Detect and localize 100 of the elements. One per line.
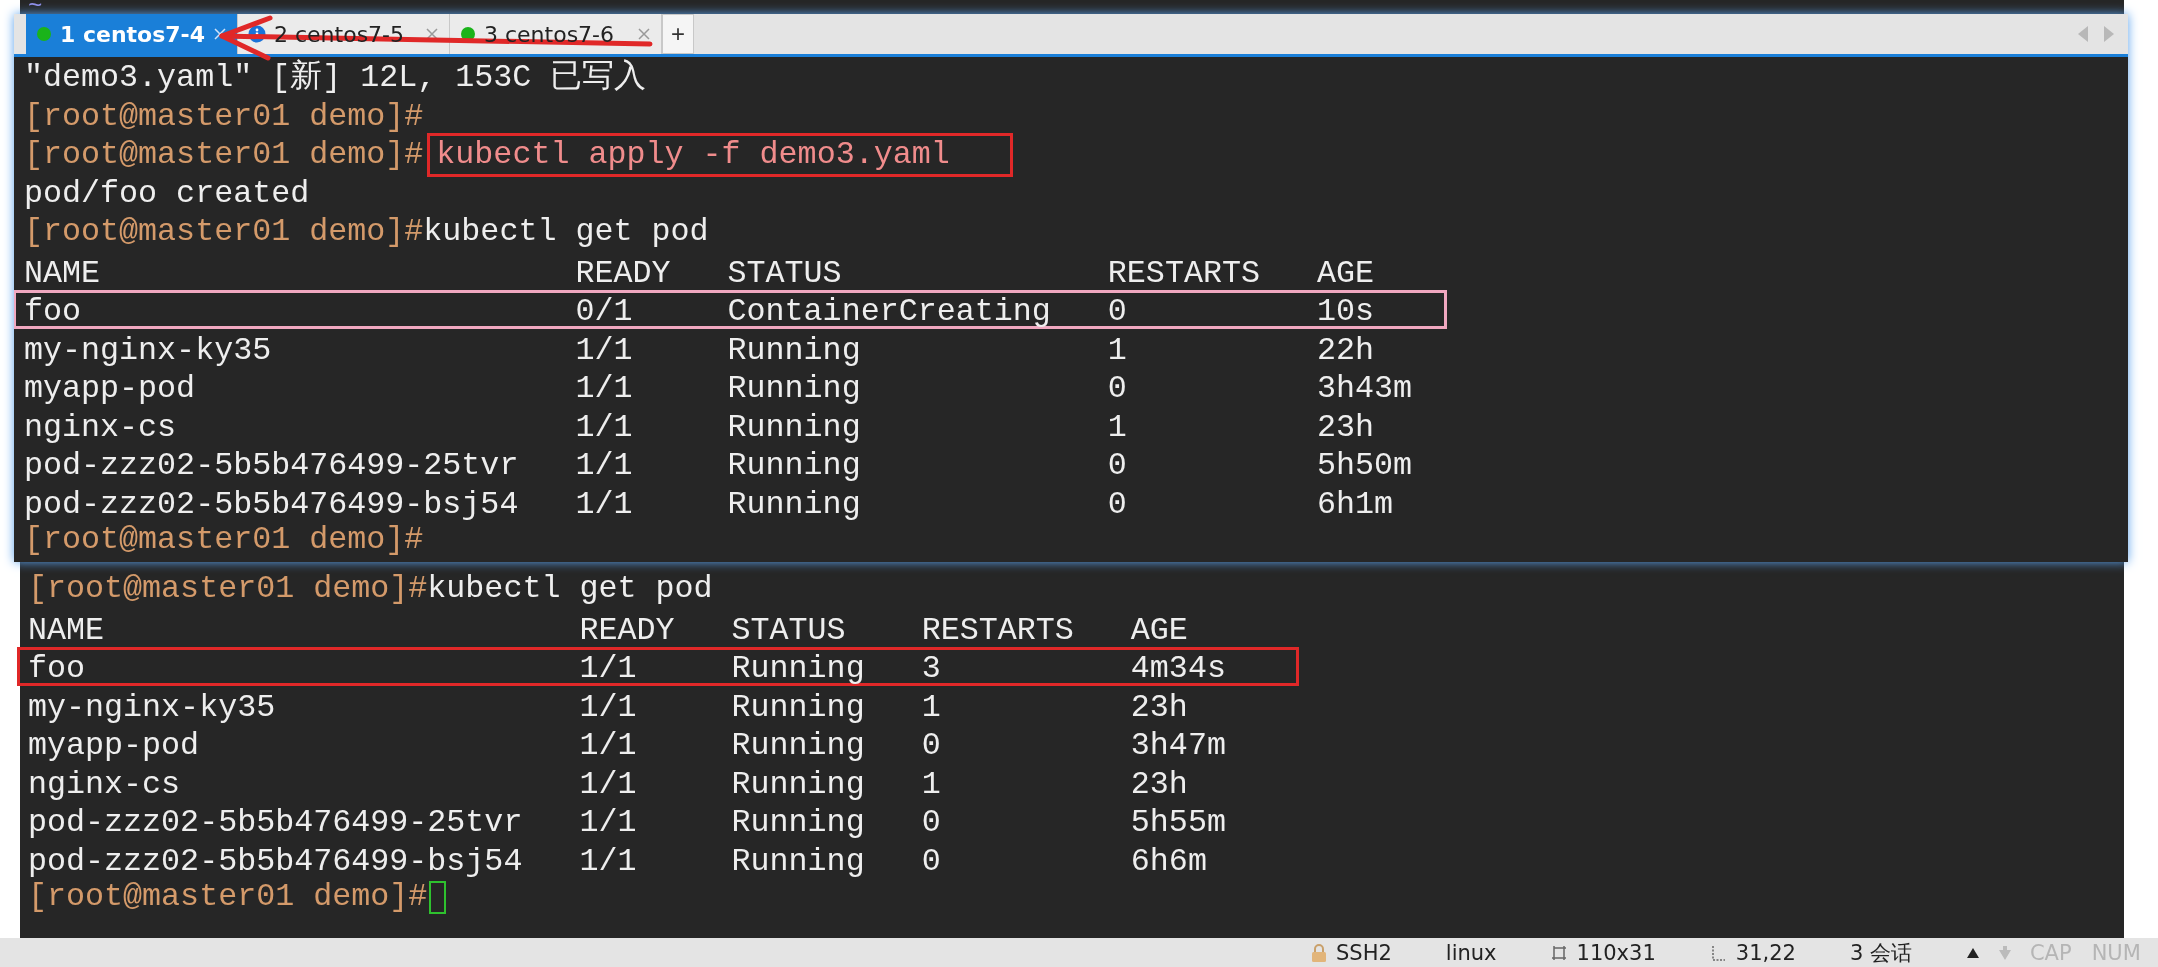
table-cell-text: foo: [24, 293, 83, 332]
terminal-text: kubectl get pod: [423, 213, 709, 252]
shell-prompt: [root@master01 demo]#: [24, 521, 424, 560]
table-cell-text: 1/1: [579, 842, 638, 881]
status-text: SSH2: [1336, 940, 1392, 965]
down-arrow-icon: [1997, 944, 2012, 961]
table-cell-text: 0: [1107, 370, 1128, 409]
table-cell-text: Running: [731, 804, 866, 843]
status-text: linux: [1445, 940, 1497, 965]
shell-prompt: [root@master01 demo]#: [24, 136, 424, 175]
column-header: AGE: [1130, 611, 1188, 650]
shell-prompt: [root@master01 demo]#: [24, 213, 424, 252]
shell-prompt: [root@master01 demo]#: [28, 570, 428, 609]
terminal-text: pod/foo created: [24, 174, 310, 213]
new-tab-button[interactable]: +: [662, 14, 694, 54]
shell-prompt: [root@master01 demo]#: [24, 97, 424, 136]
session-tab[interactable]: 1 centos7-4: [26, 14, 238, 54]
table-cell-text: Running: [727, 447, 862, 486]
lock-icon: [1310, 943, 1328, 962]
terminal-text: ~: [28, 0, 43, 14]
scroll-right-icon: [2102, 24, 2116, 44]
table-cell-text: nginx-cs: [28, 765, 182, 804]
table-cell: 6h6m: [1130, 842, 1207, 881]
column-header: RESTARTS: [921, 611, 1075, 650]
table-cell-text: 0/1: [575, 293, 634, 332]
close-icon: [213, 27, 228, 41]
column-header: READY: [575, 254, 672, 293]
table-cell: 5h55m: [1130, 804, 1226, 843]
table-cell-text: 1/1: [575, 370, 634, 409]
close-icon: [637, 27, 651, 41]
terminal-text: kubectl get pod: [427, 570, 713, 609]
status-dot-icon: [36, 26, 52, 42]
terminal-text: "demo3.yaml" [新] 12L, 153C 已写入: [24, 59, 647, 98]
status-text: 3 会话: [1849, 939, 1912, 967]
table-cell-text: Running: [731, 842, 866, 881]
table-cell-text: 3: [921, 650, 942, 689]
table-cell-text: Running: [727, 408, 862, 447]
table-cell-text: my-nginx-ky35: [28, 688, 277, 727]
table-cell-text: pod-zzz02-5b5b476499-bsj54: [28, 842, 524, 881]
table-cell-text: Running: [731, 688, 866, 727]
column-header: NAME: [24, 254, 102, 293]
table-cell-text: 1: [921, 688, 942, 727]
table-cell-text: 1/1: [579, 650, 638, 689]
table-cell-text: 1/1: [579, 688, 638, 727]
column-header: NAME: [28, 611, 106, 650]
table-cell-text: ContainerCreating: [727, 293, 1052, 332]
table-cell-text: pod-zzz02-5b5b476499-bsj54: [24, 485, 520, 524]
table-cell: 3h47m: [1130, 727, 1226, 766]
table-cell-text: 1/1: [575, 485, 634, 524]
table-cell-text: 1/1: [575, 331, 634, 370]
table-cell-text: 1/1: [575, 447, 634, 486]
cursor-position-icon: [1709, 943, 1728, 962]
column-header: STATUS: [727, 254, 843, 293]
table-cell-text: 1: [921, 765, 942, 804]
table-cell-text: 1/1: [579, 765, 638, 804]
table-cell-text: Running: [731, 727, 866, 766]
table-cell: 23h: [1130, 765, 1188, 804]
table-cell-text: my-nginx-ky35: [24, 331, 273, 370]
table-cell-text: Running: [727, 370, 862, 409]
table-cell-text: 1/1: [579, 727, 638, 766]
status-text: 31,22: [1735, 940, 1796, 965]
table-cell-text: Running: [727, 331, 862, 370]
table-cell: 6h1m: [1317, 485, 1394, 524]
table-cell-text: 1: [1107, 408, 1128, 447]
table-cell: 23h: [1130, 688, 1188, 727]
resize-icon: [1550, 943, 1569, 962]
table-cell: 5h50m: [1317, 447, 1413, 486]
table-cell-text: Running: [731, 650, 866, 689]
table-cell-text: 0: [1107, 447, 1128, 486]
table-cell-text: pod-zzz02-5b5b476499-25tvr: [24, 447, 520, 486]
table-cell: 3h43m: [1317, 370, 1413, 409]
status-text: 110x31: [1576, 940, 1656, 965]
table-cell-text: 1: [1107, 331, 1128, 370]
table-cell-text: pod-zzz02-5b5b476499-25tvr: [28, 804, 524, 843]
column-header: RESTARTS: [1107, 254, 1261, 293]
table-cell-text: myapp-pod: [24, 370, 197, 409]
table-cell: 10s: [1317, 293, 1375, 332]
column-header: STATUS: [731, 611, 847, 650]
table-cell-text: Running: [727, 485, 862, 524]
highlighted-command: kubectl apply -f demo3.yaml: [427, 133, 1013, 178]
close-icon: [425, 27, 439, 41]
table-cell-text: 0: [1107, 485, 1128, 524]
column-header: AGE: [1317, 254, 1375, 293]
table-cell-text: foo: [28, 650, 87, 689]
scroll-left-icon: [2076, 24, 2090, 44]
table-cell: 23h: [1317, 408, 1375, 447]
table-cell-text: myapp-pod: [28, 727, 201, 766]
table-cell-text: 0: [1107, 293, 1128, 332]
table-cell-text: 1/1: [579, 804, 638, 843]
table-cell: 4m34s: [1130, 650, 1226, 689]
column-header: READY: [579, 611, 676, 650]
shell-prompt: [root@master01 demo]#: [28, 878, 428, 917]
table-cell-text: Running: [731, 765, 866, 804]
info-icon: [248, 25, 266, 43]
table-cell-text: 0: [921, 842, 942, 881]
table-cell: 22h: [1317, 331, 1375, 370]
table-cell-text: 0: [921, 727, 942, 766]
table-cell-text: nginx-cs: [24, 408, 178, 447]
table-cell-text: 0: [921, 804, 942, 843]
table-cell-text: 1/1: [575, 408, 634, 447]
